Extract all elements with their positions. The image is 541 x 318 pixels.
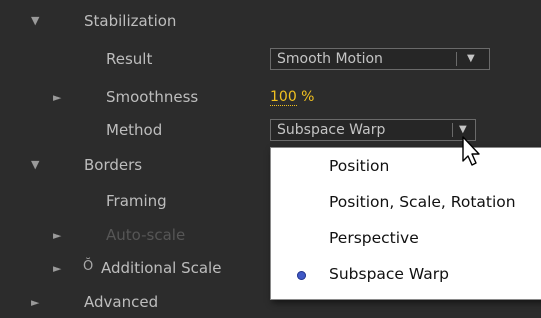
result-dropdown-value: Smooth Motion xyxy=(277,51,383,67)
menu-item-perspective[interactable]: Perspective xyxy=(271,222,541,258)
method-dropdown[interactable]: Subspace Warp ▼ xyxy=(270,119,476,141)
method-dropdown-value: Subspace Warp xyxy=(277,122,386,138)
triangle-right-icon[interactable]: ► xyxy=(53,262,61,275)
dropdown-separator xyxy=(456,52,457,66)
menu-item-position-scale-rotation[interactable]: Position, Scale, Rotation xyxy=(271,186,541,222)
menu-item-label: Perspective xyxy=(329,229,419,247)
triangle-right-icon[interactable]: ► xyxy=(53,91,61,104)
property-label-framing: Framing xyxy=(106,192,167,210)
menu-item-label: Position, Scale, Rotation xyxy=(329,193,516,211)
dropdown-separator xyxy=(452,123,453,137)
menu-item-subspace-warp[interactable]: Subspace Warp xyxy=(271,258,541,294)
property-label-additional-scale: Additional Scale xyxy=(101,259,222,277)
result-dropdown[interactable]: Smooth Motion ▼ xyxy=(270,48,490,70)
menu-item-label: Subspace Warp xyxy=(329,265,449,283)
section-stabilization[interactable]: ▼ Stabilization xyxy=(0,7,541,37)
triangle-right-icon[interactable]: ► xyxy=(31,296,39,309)
section-label-borders: Borders xyxy=(84,156,143,174)
property-label-result: Result xyxy=(106,50,153,68)
radio-dot-icon xyxy=(297,271,306,280)
property-label-method: Method xyxy=(106,121,163,139)
stopwatch-icon[interactable]: Ŏ xyxy=(83,259,93,274)
section-label-advanced: Advanced xyxy=(84,293,159,311)
property-result: Result Smooth Motion ▼ xyxy=(0,45,541,75)
property-label-auto-scale: Auto-scale xyxy=(106,226,186,244)
property-label-smoothness: Smoothness xyxy=(106,88,199,106)
triangle-down-icon[interactable]: ▼ xyxy=(31,158,39,171)
menu-item-position[interactable]: Position xyxy=(271,150,541,186)
smoothness-unit: % xyxy=(296,89,315,105)
smoothness-value[interactable]: 100 % xyxy=(270,89,315,106)
section-label-stabilization: Stabilization xyxy=(84,12,177,30)
dropdown-arrow-icon: ▼ xyxy=(459,124,467,135)
menu-item-label: Position xyxy=(329,157,390,175)
effect-controls-panel: { "stabilization": { "twirl": "▼", "labe… xyxy=(0,0,541,311)
triangle-right-icon[interactable]: ► xyxy=(53,229,61,242)
mouse-pointer-icon xyxy=(462,136,480,166)
dropdown-arrow-icon: ▼ xyxy=(467,53,475,64)
method-dropdown-menu: Position Position, Scale, Rotation Persp… xyxy=(270,147,541,300)
triangle-down-icon[interactable]: ▼ xyxy=(31,14,39,27)
smoothness-number[interactable]: 100 xyxy=(270,89,297,106)
property-smoothness: ► Smoothness 100 % xyxy=(0,83,541,113)
